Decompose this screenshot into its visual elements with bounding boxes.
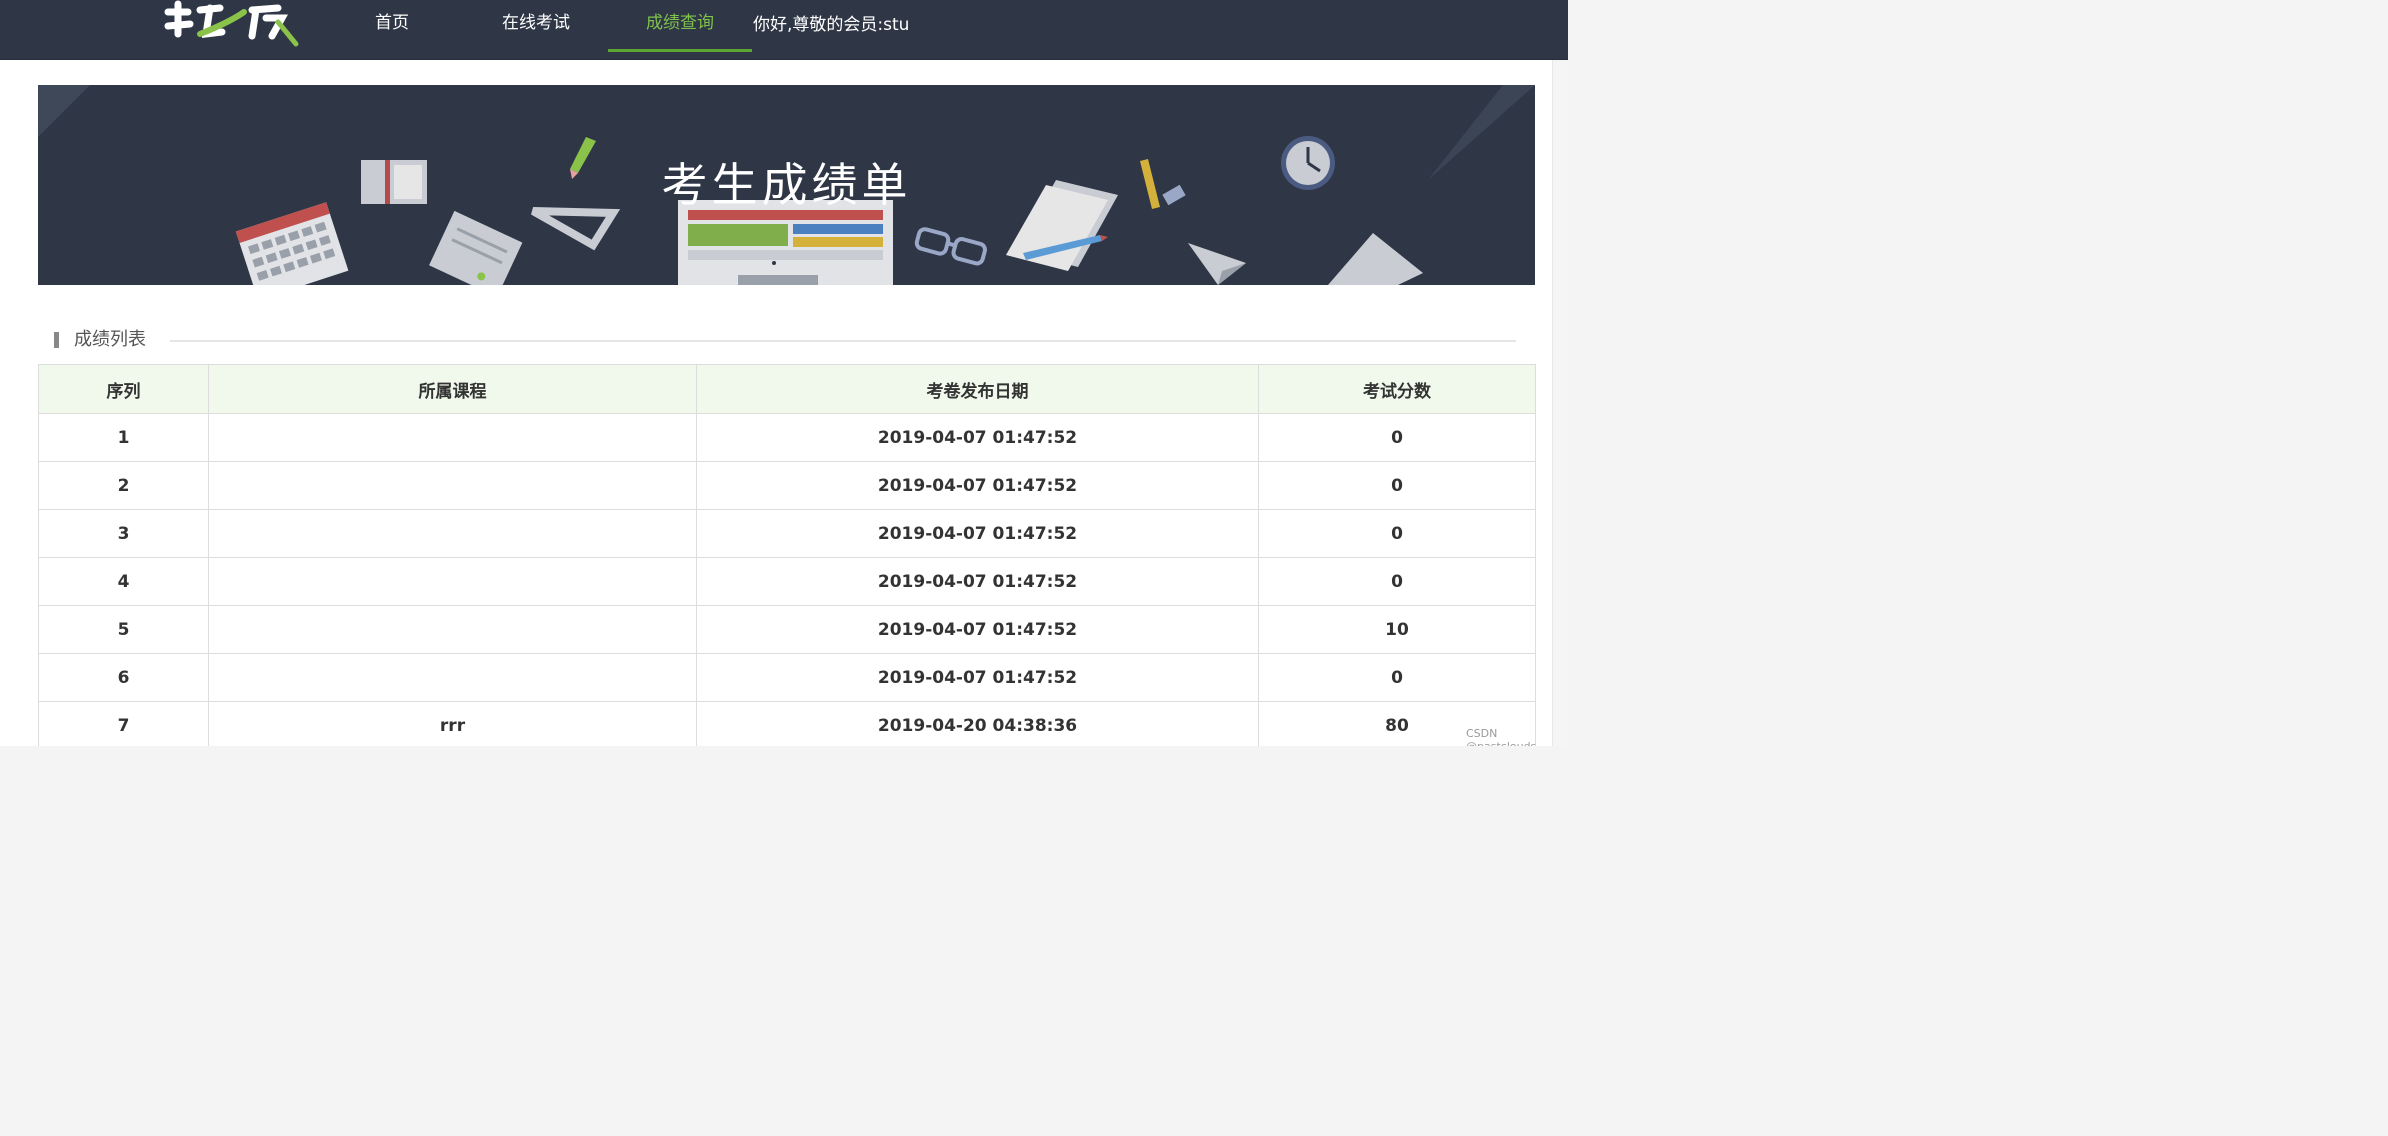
cell-date: 2019-04-20 04:38:36 (696, 701, 1259, 746)
cell-date: 2019-04-07 01:47:52 (696, 557, 1259, 606)
column-header-date: 考卷发布日期 (696, 364, 1259, 414)
cell-score: 0 (1258, 461, 1536, 510)
table-row: 5 2019-04-07 01:47:52 10 (38, 605, 1536, 654)
table-header-row: 序列 所属课程 考卷发布日期 考试分数 (38, 364, 1536, 414)
section-marker (54, 332, 59, 348)
calendar-icon (235, 202, 349, 285)
nav-score-query[interactable]: 成绩查询 (608, 0, 752, 50)
watermark: CSDN @pastclouds (1466, 727, 1536, 746)
section-divider (170, 340, 1516, 342)
cell-index: 6 (38, 653, 209, 702)
table-row: 6 2019-04-07 01:47:52 0 (38, 653, 1536, 702)
cell-date: 2019-04-07 01:47:52 (696, 509, 1259, 558)
logo-icon[interactable] (160, 0, 310, 48)
table-row: 7 rrr 2019-04-20 04:38:36 80 (38, 701, 1536, 746)
cell-course (208, 653, 697, 702)
triangle-ruler-icon (531, 207, 621, 251)
score-table: 序列 所属课程 考卷发布日期 考试分数 1 2019-04-07 01:47:5… (38, 364, 1536, 746)
column-header-course: 所属课程 (208, 364, 697, 414)
cell-index: 7 (38, 701, 209, 746)
cell-index: 2 (38, 461, 209, 510)
cell-date: 2019-04-07 01:47:52 (696, 413, 1259, 462)
cell-index: 3 (38, 509, 209, 558)
table-row: 2 2019-04-07 01:47:52 0 (38, 461, 1536, 510)
nav-online-exam[interactable]: 在线考试 (486, 0, 586, 50)
nav-home[interactable]: 首页 (350, 0, 434, 50)
cell-score: 0 (1258, 413, 1536, 462)
column-header-score: 考试分数 (1258, 364, 1536, 414)
banner-title: 考生成绩单 (661, 158, 912, 212)
cell-score: 0 (1258, 557, 1536, 606)
column-header-index: 序列 (38, 364, 209, 414)
banner: 考生成绩单 (38, 85, 1535, 285)
cell-index: 1 (38, 413, 209, 462)
cell-course (208, 461, 697, 510)
table-row: 3 2019-04-07 01:47:52 0 (38, 509, 1536, 558)
cell-date: 2019-04-07 01:47:52 (696, 653, 1259, 702)
cell-course (208, 605, 697, 654)
cell-course (208, 413, 697, 462)
cell-date: 2019-04-07 01:47:52 (696, 605, 1259, 654)
cell-index: 4 (38, 557, 209, 606)
cell-course: rrr (208, 701, 697, 746)
paper-plane-icon (1188, 243, 1246, 285)
document-icon (429, 210, 523, 285)
scrollbar[interactable] (1552, 60, 1568, 746)
section-title: 成绩列表 (74, 329, 146, 350)
page: 首页 在线考试 成绩查询 你好,尊敬的会员:stu 考生成绩单 成绩列表 序列 … (0, 0, 1568, 746)
cell-index: 5 (38, 605, 209, 654)
top-navbar: 首页 在线考试 成绩查询 你好,尊敬的会员:stu (0, 0, 1568, 60)
cell-course (208, 557, 697, 606)
glasses-icon (914, 227, 987, 266)
cell-score: 0 (1258, 653, 1536, 702)
table-row: 4 2019-04-07 01:47:52 0 (38, 557, 1536, 606)
user-greeting: 你好,尊敬的会员:stu (753, 15, 910, 35)
cell-course (208, 509, 697, 558)
nav-active-indicator (608, 49, 752, 52)
table-row: 1 2019-04-07 01:47:52 0 (38, 413, 1536, 462)
cell-score: 10 (1258, 605, 1536, 654)
cell-date: 2019-04-07 01:47:52 (696, 461, 1259, 510)
cell-score: 0 (1258, 509, 1536, 558)
document-icon (1328, 233, 1423, 285)
